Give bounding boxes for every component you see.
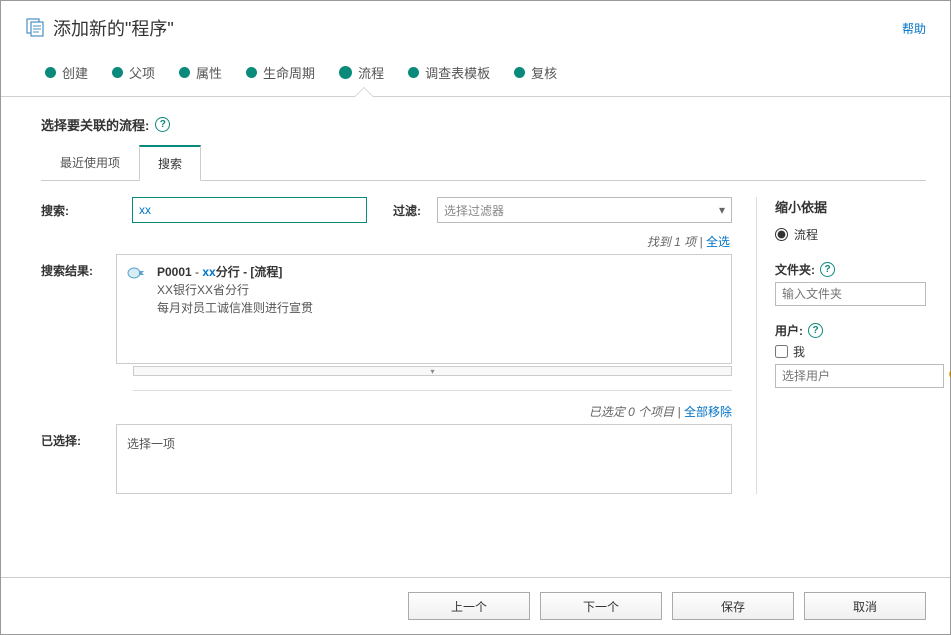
section-title: 选择要关联的流程: ? (41, 115, 926, 134)
left-column: 搜索: 过滤: 选择过滤器 找到 1 项 | 全选 搜索结果: (41, 197, 732, 494)
step-label: 父项 (129, 63, 155, 82)
results-label: 搜索结果: (41, 254, 116, 364)
result-line3: 每月对员工诚信准则进行宣贯 (157, 299, 313, 317)
search-input[interactable] (132, 197, 367, 223)
wizard-steps: 创建 父项 属性 生命周期 流程 调查表模板 复核 (1, 51, 950, 97)
me-checkbox-row: 我 (775, 343, 926, 360)
content: 选择要关联的流程: ? 最近使用项 搜索 搜索: 过滤: 选择过滤器 找到 1 … (1, 97, 950, 494)
step-parent[interactable]: 父项 (102, 55, 169, 96)
result-title: P0001 - xx分行 - [流程] (157, 263, 313, 281)
step-label: 复核 (531, 63, 557, 82)
help-link[interactable]: 帮助 (902, 20, 926, 37)
user-label: 用户: ? (775, 322, 926, 339)
filter-label: 过滤: (393, 197, 421, 219)
user-input-wrap (775, 364, 926, 388)
tabs: 最近使用项 搜索 (41, 144, 926, 181)
selected-label: 已选择: (41, 424, 116, 494)
narrow-panel: 缩小依据 流程 文件夹: ? 用户: ? 我 (756, 197, 926, 494)
result-match: xx (202, 265, 215, 279)
radio-process-row: 流程 (775, 226, 926, 243)
step-lifecycle[interactable]: 生命周期 (236, 55, 329, 96)
narrow-title: 缩小依据 (775, 197, 926, 216)
section-title-text: 选择要关联的流程: (41, 115, 149, 134)
step-label: 流程 (358, 63, 384, 82)
prev-button[interactable]: 上一个 (408, 592, 530, 620)
help-icon[interactable]: ? (820, 262, 835, 277)
result-rest: 分行 - [流程] (216, 265, 283, 279)
step-label: 属性 (196, 63, 222, 82)
tab-recent[interactable]: 最近使用项 (41, 145, 139, 181)
step-label: 生命周期 (263, 63, 315, 82)
filter-select[interactable]: 选择过滤器 (437, 197, 732, 223)
tab-search[interactable]: 搜索 (139, 145, 201, 181)
user-input[interactable] (775, 364, 944, 388)
step-dot-icon (246, 67, 257, 78)
radio-process-label: 流程 (794, 226, 818, 243)
splitter-handle[interactable] (133, 366, 732, 376)
me-checkbox[interactable] (775, 345, 788, 358)
select-all-link[interactable]: 全选 (706, 235, 730, 249)
step-dot-icon (408, 67, 419, 78)
help-icon[interactable]: ? (808, 323, 823, 338)
dialog-title: 添加新的"程序" (53, 15, 174, 41)
step-dot-icon (179, 67, 190, 78)
found-text: 找到 1 项 (647, 235, 696, 249)
folder-input[interactable] (775, 282, 926, 306)
step-dot-icon (514, 67, 525, 78)
step-label: 创建 (62, 63, 88, 82)
next-button[interactable]: 下一个 (540, 592, 662, 620)
results-area: 找到 1 项 | 全选 (133, 233, 732, 250)
filter-placeholder: 选择过滤器 (444, 202, 504, 219)
selected-row: 已选择: 选择一项 (41, 424, 732, 494)
divider (133, 390, 732, 391)
results-row: 搜索结果: P0001 - xx分行 - [流程] XX银行XX省分行 每月对员… (41, 254, 732, 364)
search-label: 搜索: (41, 197, 116, 219)
step-create[interactable]: 创建 (35, 55, 102, 96)
selected-count-text: 已选定 0 个项目 (589, 405, 674, 419)
result-text: P0001 - xx分行 - [流程] XX银行XX省分行 每月对员工诚信准则进… (157, 263, 313, 317)
radio-process[interactable] (775, 228, 788, 241)
result-line2: XX银行XX省分行 (157, 281, 313, 299)
selected-meta: 已选定 0 个项目 | 全部移除 (133, 403, 732, 420)
step-attributes[interactable]: 属性 (169, 55, 236, 96)
cancel-button[interactable]: 取消 (804, 592, 926, 620)
step-dot-icon (45, 67, 56, 78)
result-code: P0001 (157, 265, 192, 279)
step-process[interactable]: 流程 (329, 55, 398, 96)
step-dot-icon (339, 66, 352, 79)
help-icon[interactable]: ? (155, 117, 170, 132)
step-dot-icon (112, 67, 123, 78)
selected-box: 选择一项 (116, 424, 732, 494)
footer: 上一个 下一个 保存 取消 (1, 577, 950, 634)
selected-count-row: 已选定 0 个项目 | 全部移除 (133, 403, 732, 420)
title-wrap: 添加新的"程序" (25, 15, 174, 41)
step-survey-template[interactable]: 调查表模板 (398, 55, 504, 96)
dialog: 添加新的"程序" 帮助 创建 父项 属性 生命周期 流程 调查表模板 复核 选择… (0, 0, 951, 635)
main-layout: 搜索: 过滤: 选择过滤器 找到 1 项 | 全选 搜索结果: (41, 197, 926, 494)
remove-all-link[interactable]: 全部移除 (684, 405, 732, 419)
results-box: P0001 - xx分行 - [流程] XX银行XX省分行 每月对员工诚信准则进… (116, 254, 732, 364)
process-icon (127, 265, 147, 281)
step-label: 调查表模板 (425, 63, 490, 82)
found-row: 找到 1 项 | 全选 (133, 233, 732, 250)
result-item[interactable]: P0001 - xx分行 - [流程] XX银行XX省分行 每月对员工诚信准则进… (127, 263, 721, 317)
selected-placeholder: 选择一项 (127, 437, 175, 451)
step-review[interactable]: 复核 (504, 55, 571, 96)
search-row: 搜索: 过滤: 选择过滤器 (41, 197, 732, 223)
me-label: 我 (793, 343, 805, 360)
copy-icon (25, 17, 45, 40)
folder-label: 文件夹: ? (775, 261, 926, 278)
save-button[interactable]: 保存 (672, 592, 794, 620)
dialog-header: 添加新的"程序" 帮助 (1, 1, 950, 51)
